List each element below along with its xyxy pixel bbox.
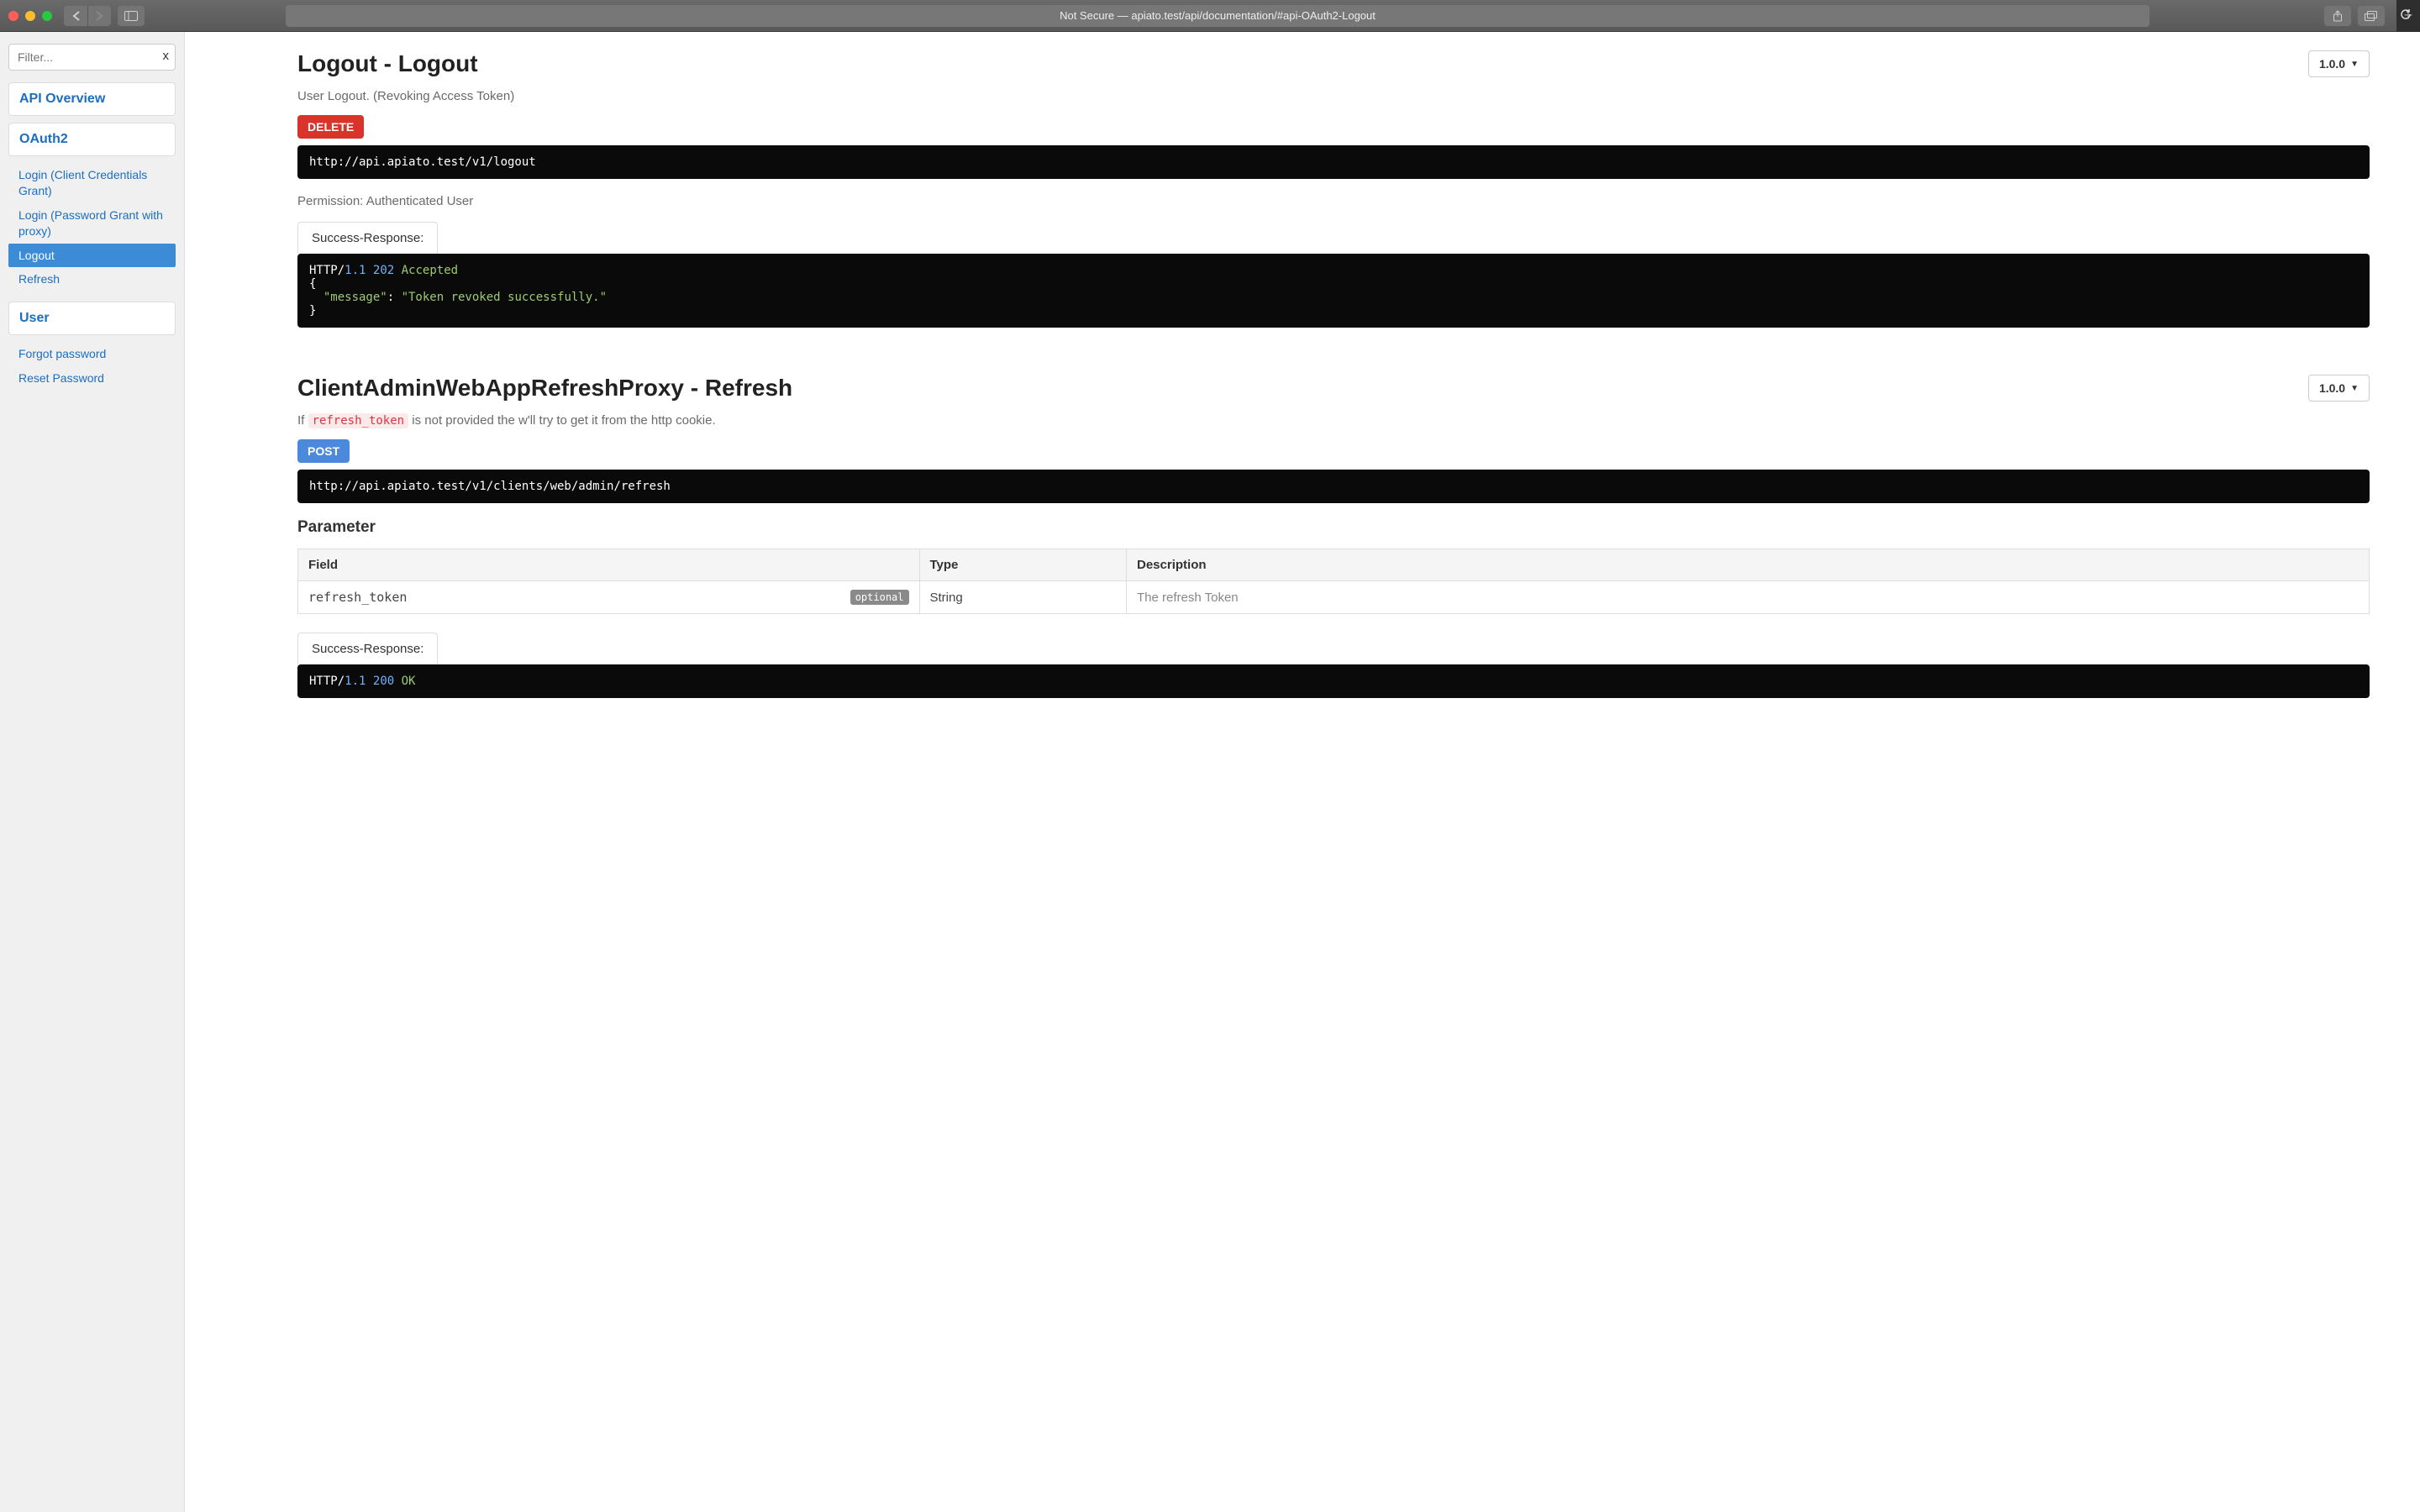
sidebar-item-label: Forgot password bbox=[18, 347, 106, 360]
sidebar-item-label: Logout bbox=[18, 249, 55, 262]
table-row: refresh_token optional String The refres… bbox=[298, 581, 2370, 614]
tab-success-response[interactable]: Success-Response: bbox=[297, 633, 438, 664]
tabs-button[interactable] bbox=[2358, 6, 2385, 26]
reload-icon[interactable] bbox=[2400, 8, 2412, 23]
endpoint-description: If refresh_token is not provided the w'l… bbox=[297, 413, 2370, 428]
optional-badge: optional bbox=[850, 590, 909, 605]
param-field-name: refresh_token bbox=[308, 590, 407, 605]
sidebar-item-label: Login (Client Credentials Grant) bbox=[18, 168, 147, 197]
endpoint-url-block: http://api.apiato.test/v1/logout bbox=[297, 145, 2370, 179]
col-type: Type bbox=[919, 549, 1127, 581]
response-tabs: Success-Response: bbox=[297, 222, 2370, 254]
version-dropdown[interactable]: 1.0.0 ▼ bbox=[2308, 50, 2370, 77]
share-button[interactable] bbox=[2324, 6, 2351, 26]
forward-button[interactable] bbox=[87, 6, 111, 26]
minimize-window-button[interactable] bbox=[25, 11, 35, 21]
close-window-button[interactable] bbox=[8, 11, 18, 21]
sidebar-toggle-button[interactable] bbox=[118, 6, 145, 26]
sidebar-item-login-password-grant[interactable]: Login (Password Grant with proxy) bbox=[8, 203, 176, 244]
method-badge-post: POST bbox=[297, 439, 350, 463]
endpoint-title: ClientAdminWebAppRefreshProxy - Refresh bbox=[297, 375, 792, 402]
version-label: 1.0.0 bbox=[2319, 57, 2345, 71]
endpoint-url: http://api.apiato.test/v1/clients/web/ad… bbox=[309, 480, 671, 493]
endpoint-logout: Logout - Logout 1.0.0 ▼ User Logout. (Re… bbox=[297, 50, 2370, 328]
sidebar-item-label: Login (Password Grant with proxy) bbox=[18, 208, 163, 238]
endpoint-refresh: ClientAdminWebAppRefreshProxy - Refresh … bbox=[297, 375, 2370, 698]
sidebar-item-forgot-password[interactable]: Forgot password bbox=[8, 342, 176, 366]
sidebar-item-label: Refresh bbox=[18, 272, 60, 286]
col-description: Description bbox=[1127, 549, 2370, 581]
url-bar[interactable]: Not Secure — apiato.test/api/documentati… bbox=[286, 5, 2149, 27]
url-text: Not Secure — apiato.test/api/documentati… bbox=[1060, 9, 1376, 22]
endpoint-description: User Logout. (Revoking Access Token) bbox=[297, 89, 2370, 103]
response-tabs: Success-Response: bbox=[297, 633, 2370, 664]
nav-buttons bbox=[64, 6, 111, 26]
browser-chrome: Not Secure — apiato.test/api/documentati… bbox=[0, 0, 2420, 32]
maximize-window-button[interactable] bbox=[42, 11, 52, 21]
sidebar-item-login-client-credentials[interactable]: Login (Client Credentials Grant) bbox=[8, 163, 176, 203]
endpoint-url: http://api.apiato.test/v1/logout bbox=[309, 155, 536, 169]
caret-down-icon: ▼ bbox=[2350, 60, 2359, 69]
col-field: Field bbox=[298, 549, 920, 581]
method-badge-delete: DELETE bbox=[297, 115, 364, 139]
sidebar: x API Overview OAuth2 Login (Client Cred… bbox=[0, 32, 185, 1512]
window-controls bbox=[8, 11, 52, 21]
sidebar-items-user: Forgot password Reset Password bbox=[8, 342, 176, 391]
sidebar-section-user[interactable]: User bbox=[8, 302, 176, 335]
tab-success-response[interactable]: Success-Response: bbox=[297, 222, 438, 254]
back-button[interactable] bbox=[64, 6, 87, 26]
sidebar-item-label: Reset Password bbox=[18, 371, 104, 385]
tab-label: Success-Response: bbox=[312, 642, 424, 656]
main-content[interactable]: Logout - Logout 1.0.0 ▼ User Logout. (Re… bbox=[185, 32, 2420, 1512]
sidebar-section-api-overview[interactable]: API Overview bbox=[8, 82, 176, 116]
response-block: HTTP/1.1 200 OK bbox=[297, 664, 2370, 698]
sidebar-item-logout[interactable]: Logout bbox=[8, 244, 176, 268]
sidebar-item-reset-password[interactable]: Reset Password bbox=[8, 366, 176, 391]
version-dropdown[interactable]: 1.0.0 ▼ bbox=[2308, 375, 2370, 402]
sidebar-item-refresh[interactable]: Refresh bbox=[8, 267, 176, 291]
caret-down-icon: ▼ bbox=[2350, 384, 2359, 393]
sidebar-section-label: API Overview bbox=[19, 92, 105, 106]
param-description: The refresh Token bbox=[1127, 581, 2370, 614]
permission-label: Permission: Authenticated User bbox=[297, 194, 2370, 208]
filter-input[interactable] bbox=[8, 44, 176, 71]
response-block: HTTP/1.1 202 Accepted { "message": "Toke… bbox=[297, 254, 2370, 328]
chrome-right bbox=[2324, 6, 2385, 26]
endpoint-url-block: http://api.apiato.test/v1/clients/web/ad… bbox=[297, 470, 2370, 503]
sidebar-items-oauth2: Login (Client Credentials Grant) Login (… bbox=[8, 163, 176, 291]
filter-clear-button[interactable]: x bbox=[163, 49, 170, 63]
filter-wrap: x bbox=[8, 44, 176, 71]
endpoint-title: Logout - Logout bbox=[297, 50, 478, 77]
sidebar-section-label: User bbox=[19, 311, 50, 325]
inline-code: refresh_token bbox=[308, 413, 409, 428]
tab-label: Success-Response: bbox=[312, 231, 424, 245]
sidebar-section-label: OAuth2 bbox=[19, 132, 68, 146]
param-type: String bbox=[919, 581, 1127, 614]
sidebar-section-oauth2[interactable]: OAuth2 bbox=[8, 123, 176, 156]
parameter-heading: Parameter bbox=[297, 518, 2370, 537]
version-label: 1.0.0 bbox=[2319, 381, 2345, 395]
parameter-table: Field Type Description refresh_token opt… bbox=[297, 549, 2370, 614]
